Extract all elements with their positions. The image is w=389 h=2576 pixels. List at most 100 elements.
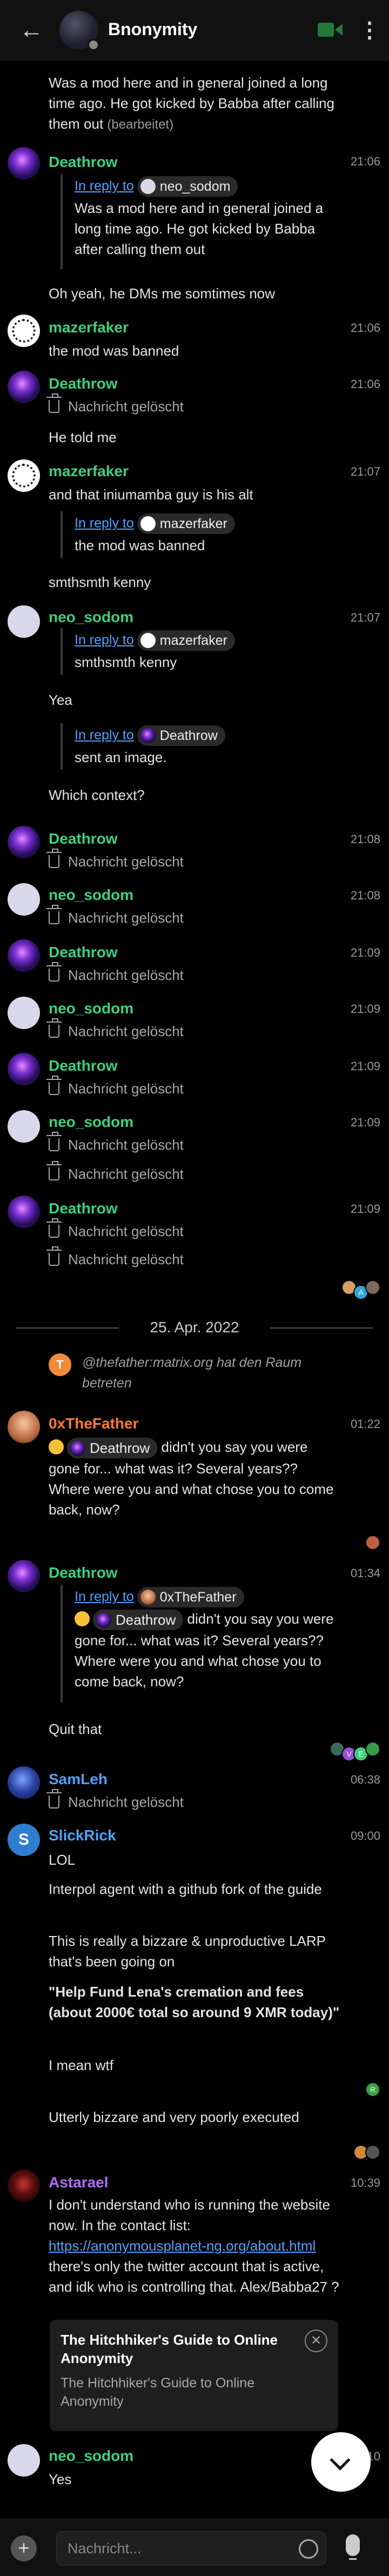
url-preview-card[interactable]: The Hitchhiker's Guide to Online Anonymi… bbox=[50, 2320, 338, 2431]
reply-header[interactable]: In reply to 0xTheFather bbox=[75, 1586, 244, 1608]
message-time: 21:09 bbox=[350, 1002, 380, 1016]
sender-name[interactable]: Deathrow bbox=[49, 1564, 118, 1581]
message-composer: + bbox=[0, 2519, 389, 2576]
sender-name[interactable]: SlickRick bbox=[49, 1827, 116, 1844]
message-time: 21:08 bbox=[350, 889, 380, 902]
preview-title: The Hitchhiker's Guide to Online Anonymi… bbox=[61, 2332, 278, 2366]
avatar[interactable]: T bbox=[49, 1353, 71, 1376]
reply-quoted-text: smthsmth kenny bbox=[75, 654, 177, 670]
message-text: smthsmth kenny bbox=[49, 574, 151, 590]
microphone-icon[interactable] bbox=[346, 2534, 360, 2560]
sender-name[interactable]: Deathrow bbox=[49, 944, 118, 961]
sender-name[interactable]: mazerfaker bbox=[49, 463, 129, 480]
avatar bbox=[140, 728, 156, 744]
message-input[interactable] bbox=[68, 2539, 284, 2558]
avatar[interactable]: S bbox=[8, 1824, 40, 1856]
message-time: 21:06 bbox=[350, 321, 380, 335]
read-receipts[interactable]: A bbox=[341, 1280, 380, 1300]
avatar[interactable] bbox=[8, 2170, 40, 2202]
back-arrow-icon[interactable]: ← bbox=[16, 16, 46, 46]
sender-name[interactable]: Deathrow bbox=[49, 830, 118, 847]
trash-icon bbox=[46, 962, 62, 982]
reply-quoted-text: the mod was banned bbox=[75, 537, 205, 553]
message-text: Oh yeah, he DMs me somtimes now bbox=[49, 285, 276, 302]
avatar[interactable] bbox=[8, 826, 40, 858]
avatar bbox=[96, 1612, 111, 1628]
room-title[interactable]: Bnonymity bbox=[108, 19, 197, 39]
message-text: Yes bbox=[49, 2471, 72, 2487]
sender-name[interactable]: neo_sodom bbox=[49, 1113, 133, 1131]
deleted-message: Nachricht gelöscht bbox=[46, 1218, 184, 1242]
avatar[interactable] bbox=[8, 883, 40, 916]
trash-icon bbox=[46, 1789, 62, 1809]
avatar bbox=[70, 1440, 85, 1456]
avatar[interactable] bbox=[8, 1766, 40, 1799]
close-icon[interactable]: ✕ bbox=[305, 2330, 327, 2352]
avatar[interactable] bbox=[8, 1196, 40, 1228]
chat-header: ← Bnonymity ⋮ bbox=[0, 0, 389, 61]
avatar[interactable] bbox=[8, 939, 40, 972]
sender-name[interactable]: Deathrow bbox=[49, 1057, 118, 1075]
sender-name[interactable]: Deathrow bbox=[49, 154, 118, 171]
sender-name[interactable]: neo_sodom bbox=[49, 609, 133, 626]
emoji-icon[interactable] bbox=[299, 2539, 318, 2559]
sender-name[interactable]: Deathrow bbox=[49, 1200, 118, 1217]
message-input-container[interactable] bbox=[56, 2531, 326, 2566]
sender-name[interactable]: neo_sodom bbox=[49, 886, 133, 904]
sender-name[interactable]: mazerfaker bbox=[49, 319, 129, 336]
scroll-to-bottom-button[interactable] bbox=[311, 2432, 371, 2492]
reply-header[interactable]: In reply to mazerfaker bbox=[75, 512, 235, 535]
message-text: Yea bbox=[49, 692, 72, 708]
avatar bbox=[140, 179, 156, 195]
reply-quote-bar bbox=[61, 723, 63, 770]
avatar bbox=[365, 1741, 380, 1757]
video-call-icon[interactable] bbox=[318, 22, 343, 38]
trash-icon bbox=[46, 1018, 62, 1038]
sender-name[interactable]: Deathrow bbox=[49, 375, 118, 392]
message-text: Quit that bbox=[49, 1721, 102, 1737]
avatar bbox=[365, 1535, 380, 1550]
message-text: Interpol agent with a github fork of the… bbox=[49, 1881, 322, 1897]
reply-quoted-text: Deathrow didn't you say you were gone fo… bbox=[75, 1610, 334, 1690]
read-receipts[interactable]: R bbox=[365, 2082, 380, 2099]
plus-icon[interactable]: + bbox=[11, 2535, 37, 2561]
sender-name[interactable]: 0xTheFather bbox=[49, 1415, 139, 1432]
reply-header[interactable]: In reply to neo_sodom bbox=[75, 175, 238, 197]
message-time: 21:09 bbox=[350, 1116, 380, 1129]
message-time: 21:06 bbox=[350, 155, 380, 168]
mention-pill[interactable]: Deathrow bbox=[67, 1438, 158, 1459]
room-status-dot bbox=[88, 39, 99, 51]
read-receipts[interactable]: VE bbox=[330, 1741, 380, 1761]
sender-name[interactable]: neo_sodom bbox=[49, 1000, 133, 1017]
avatar[interactable] bbox=[8, 1053, 40, 1085]
read-receipts[interactable] bbox=[353, 2145, 380, 2162]
more-vert-icon[interactable]: ⋮ bbox=[359, 15, 380, 45]
avatar bbox=[140, 516, 156, 532]
avatar[interactable] bbox=[8, 371, 40, 403]
deleted-message: Nachricht gelöscht bbox=[46, 1018, 184, 1042]
read-receipts[interactable] bbox=[365, 1535, 380, 1552]
room-avatar[interactable] bbox=[59, 11, 99, 51]
reply-quote-bar bbox=[61, 174, 63, 269]
avatar[interactable] bbox=[8, 1560, 40, 1592]
message-link[interactable]: https://anonymousplanet-ng.org/about.htm… bbox=[49, 2238, 316, 2254]
sender-name[interactable]: SamLeh bbox=[49, 1771, 108, 1788]
avatar bbox=[140, 1590, 156, 1605]
reply-header[interactable]: In reply to mazerfaker bbox=[75, 629, 235, 651]
avatar[interactable] bbox=[8, 315, 40, 347]
avatar[interactable] bbox=[8, 459, 40, 492]
message-text: "Help Fund Lena's cremation and fees (ab… bbox=[49, 1984, 340, 2020]
avatar[interactable] bbox=[8, 147, 40, 179]
message-time: 21:08 bbox=[350, 832, 380, 846]
sender-name[interactable]: Astarael bbox=[49, 2174, 109, 2191]
avatar[interactable] bbox=[8, 997, 40, 1029]
avatar[interactable] bbox=[8, 605, 40, 638]
reply-header[interactable]: In reply to Deathrow bbox=[75, 724, 225, 746]
avatar[interactable] bbox=[8, 1411, 40, 1443]
deleted-message: Nachricht gelöscht bbox=[46, 1132, 184, 1156]
membership-event: @thefather:matrix.org hat den Raum betre… bbox=[82, 1355, 302, 1391]
avatar[interactable] bbox=[8, 1110, 40, 1143]
avatar[interactable] bbox=[8, 2444, 40, 2477]
deleted-message: Nachricht gelöscht bbox=[46, 1789, 184, 1813]
sender-name[interactable]: neo_sodom bbox=[49, 2447, 133, 2465]
